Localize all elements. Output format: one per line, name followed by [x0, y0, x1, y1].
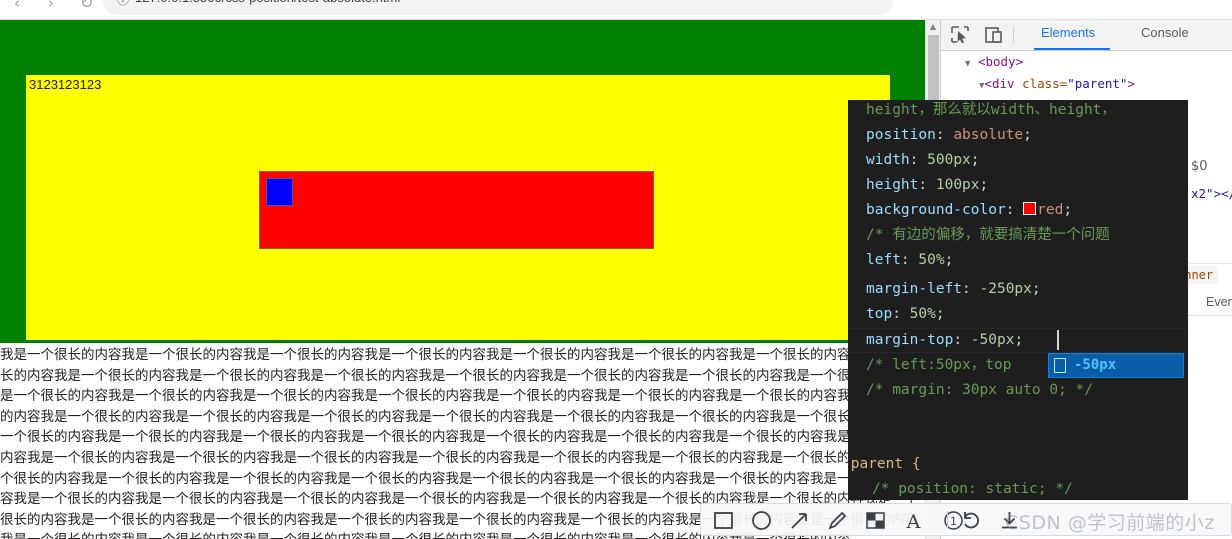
- css-property-height: height: [866, 177, 919, 193]
- code-line-comment-3: /* left:50px，top: [848, 353, 1011, 378]
- code-line-comment-4: /* margin: 30px auto 0; */: [848, 378, 1093, 403]
- address-bar[interactable]: ⓘ 127.0.0.1:5500/css-position/test-absol…: [103, 0, 893, 15]
- absolute-positioned-box: [259, 171, 654, 249]
- text-caret: [1057, 330, 1059, 350]
- tab-elements-indicator: [1034, 48, 1110, 50]
- browser-chrome: ‹ › ↻ ⓘ 127.0.0.1:5500/css-position/test…: [0, 0, 1232, 20]
- tab-console[interactable]: Console: [1141, 25, 1189, 40]
- code-line-comment-5: /* position: static; */: [848, 477, 1073, 500]
- ellipse-tool-icon[interactable]: [749, 508, 774, 533]
- css-property-width: width: [866, 152, 910, 168]
- css-property-left: left: [866, 252, 901, 268]
- code-line-margin-left: margin-left: -250px;: [866, 281, 1041, 297]
- inner-div: 3123123123: [26, 75, 890, 340]
- back-icon[interactable]: ‹: [14, 0, 20, 16]
- css-value-height: 100px: [935, 177, 980, 193]
- css-property-top: top: [866, 306, 893, 322]
- css-value-position: absolute: [953, 127, 1024, 143]
- css-selector-parent: .parent {: [848, 456, 921, 472]
- child-blue-box: [266, 178, 293, 206]
- tab-elements[interactable]: Elements: [1041, 25, 1095, 40]
- dom-node-parent-value: "parent": [1067, 76, 1128, 91]
- css-value-margin-left: -250px: [979, 281, 1032, 297]
- site-info-icon[interactable]: ⓘ: [117, 0, 129, 8]
- suggestion-value-icon: [1054, 358, 1066, 373]
- expand-triangle-icon[interactable]: ▼: [965, 59, 970, 69]
- undo-tool-icon[interactable]: [959, 508, 984, 533]
- dom-node-parent-attr: class=: [1022, 76, 1068, 91]
- css-value-top: 50%: [909, 306, 936, 322]
- dom-node-body-text: <body>: [977, 54, 1024, 69]
- parent-div: 3123123123: [0, 20, 925, 343]
- code-comment-text: height，那么就以width、height，: [866, 102, 1116, 118]
- annotation-toolbar: A 1: [700, 503, 1232, 536]
- toolbar-divider: [1013, 27, 1014, 43]
- code-line-margin-top: margin-top: -50px;: [866, 332, 1024, 348]
- css-value-background-color: red: [1037, 202, 1064, 218]
- dom-scope-marker: $0: [1191, 159, 1208, 174]
- download-tool-icon[interactable]: [997, 508, 1022, 533]
- code-comment-text-3: /* left:50px，top: [866, 357, 1012, 373]
- toolbar-divider: [947, 511, 948, 529]
- code-comment-text-2: /* 有边的偏移，就要搞清楚一个问题: [866, 227, 1110, 243]
- code-line-width: width: 500px;: [866, 152, 980, 168]
- code-line-selector-parent: .parent {: [848, 452, 921, 477]
- code-editor[interactable]: height，那么就以width、height， position: absol…: [848, 100, 1188, 500]
- css-property-background-color: background-color: [866, 202, 1006, 218]
- dom-node-parent[interactable]: ▼<div class="parent">: [979, 76, 1135, 91]
- dom-node-body[interactable]: ▼ <body>: [965, 54, 1023, 69]
- css-property-margin-left: margin-left: [866, 281, 963, 297]
- address-bar-url: 127.0.0.1:5500/css-position/test-absolut…: [135, 0, 400, 5]
- tab-event-listeners[interactable]: Event: [1206, 295, 1232, 309]
- reload-icon[interactable]: ↻: [80, 0, 93, 16]
- text-tool-icon[interactable]: A: [901, 508, 926, 533]
- mosaic-tool-icon[interactable]: [863, 508, 888, 533]
- inner-div-label: 3123123123: [29, 77, 102, 92]
- arrow-tool-icon[interactable]: [787, 508, 812, 533]
- navigation-buttons: ‹ › ↻: [0, 0, 95, 16]
- code-line-position: position: absolute;: [866, 127, 1032, 143]
- svg-text:A: A: [906, 511, 921, 533]
- dom-fragment-text: x2"></: [1191, 186, 1232, 201]
- dom-node-parent-close: >: [1127, 76, 1135, 91]
- rectangle-tool-icon[interactable]: [711, 508, 736, 533]
- code-line-left: left: 50%;: [866, 252, 954, 268]
- color-swatch-icon[interactable]: [1023, 202, 1037, 215]
- autocomplete-suggestion[interactable]: -50px: [1048, 353, 1184, 378]
- pen-tool-icon[interactable]: [825, 508, 850, 533]
- css-value-width: 500px: [927, 152, 971, 168]
- svg-text:1: 1: [950, 515, 957, 528]
- code-line-comment-2: /* 有边的偏移，就要搞清楚一个问题: [848, 223, 1110, 248]
- code-comment-text-5: /* position: static; */: [872, 481, 1073, 497]
- css-property-position: position: [866, 127, 936, 143]
- scroll-up-icon[interactable]: ▲: [926, 20, 940, 34]
- code-comment-text-4: /* margin: 30px auto 0; */: [866, 382, 1093, 398]
- code-line-comment: height，那么就以width、height，: [848, 100, 1116, 123]
- inspect-element-icon[interactable]: [949, 25, 971, 45]
- devtools-toolbar: Elements Console: [941, 20, 1232, 51]
- forward-icon[interactable]: ›: [48, 0, 54, 16]
- dom-node-parent-tag: <div: [984, 76, 1023, 91]
- page-viewport: 3123123123 我是一个很长的内容我是一个很长的内容我是一个很长的内容我是…: [0, 20, 925, 539]
- css-value-left: 50%: [918, 252, 945, 268]
- code-line-height: height: 100px;: [866, 177, 989, 193]
- code-line-background-color: background-color: red;: [866, 202, 1073, 218]
- device-toolbar-icon[interactable]: [983, 25, 1005, 45]
- code-line-top: top: 50%;: [866, 306, 945, 322]
- css-property-margin-top: margin-top: [866, 332, 954, 348]
- autocomplete-suggestion-text: -50px: [1074, 357, 1117, 373]
- css-value-margin-top: -50px: [970, 332, 1015, 348]
